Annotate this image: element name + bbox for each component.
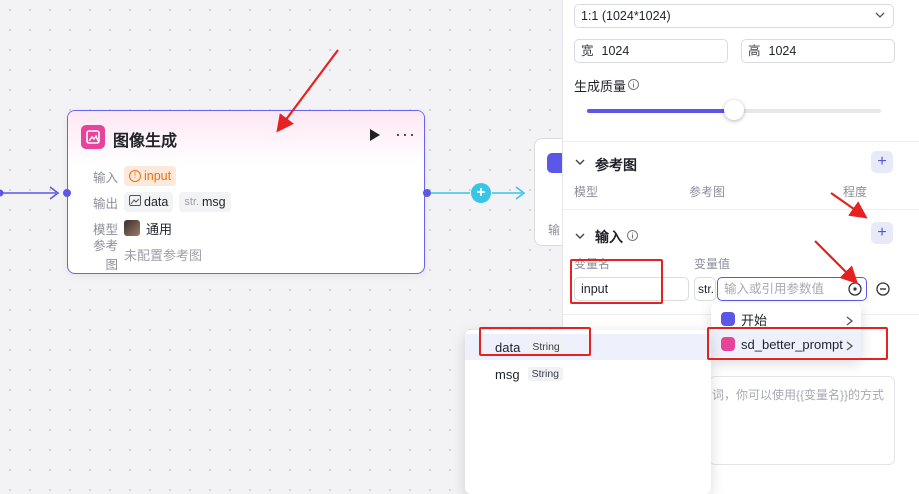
annotation-arrow <box>830 192 868 219</box>
annotation-arrow <box>276 49 339 133</box>
annotation-arrows <box>276 49 868 285</box>
annotation-arrow <box>814 240 859 285</box>
